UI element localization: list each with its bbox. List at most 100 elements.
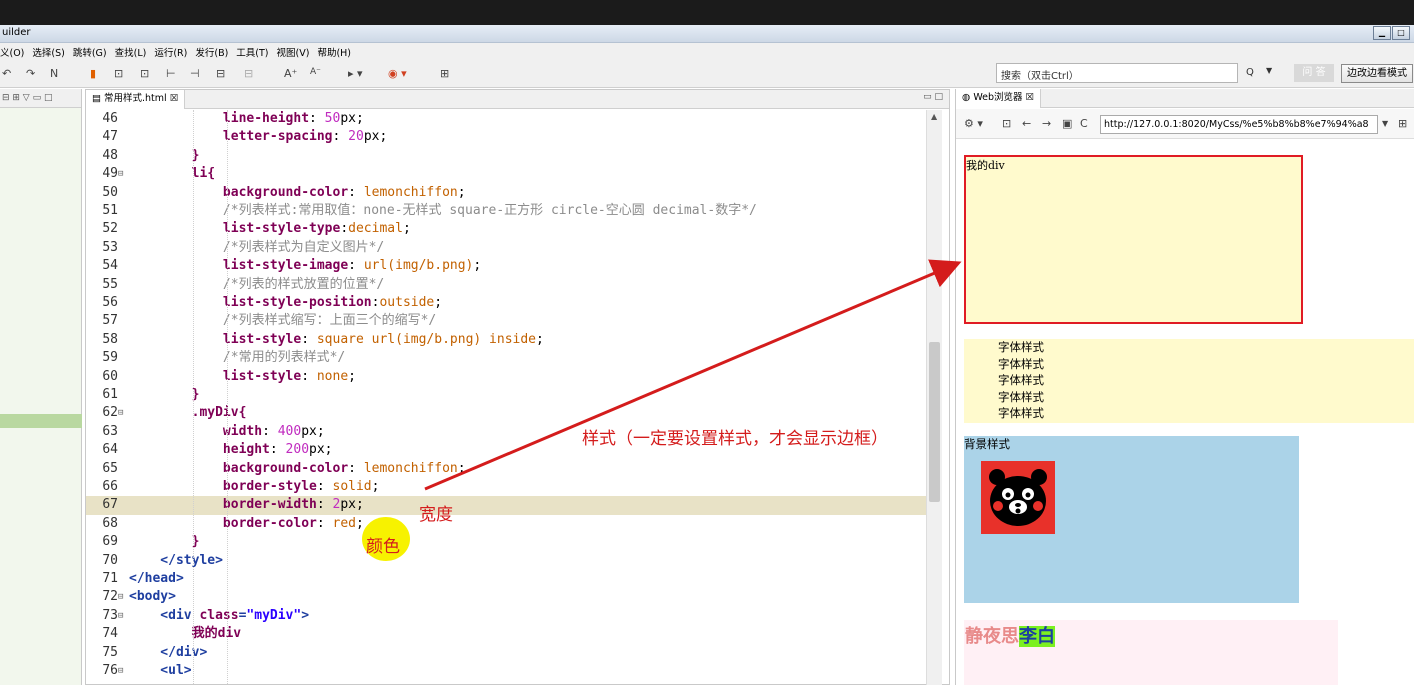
save-icon[interactable]: ⊡ — [140, 67, 149, 80]
scroll-up-icon[interactable]: ▲ — [931, 112, 937, 121]
code-text: <div class="myDiv"> — [129, 607, 310, 623]
menu-item-publish[interactable]: 发行(B) — [195, 45, 228, 59]
devtools-icon[interactable]: ⊡ — [1002, 117, 1011, 130]
minimize-button[interactable]: ▁ — [1373, 26, 1391, 40]
fold-toggle[interactable]: ⊟ — [118, 607, 128, 625]
code-line[interactable]: 46 line-height: 50px; — [86, 110, 926, 128]
fold-toggle[interactable]: ⊟ — [118, 404, 128, 422]
maximize-button[interactable]: □ — [1392, 26, 1410, 40]
url-input[interactable]: http://127.0.0.1:8020/MyCss/%e5%b8%b8%e7… — [1100, 115, 1378, 134]
font-increase-icon[interactable]: A⁺ — [284, 67, 297, 80]
fold-toggle[interactable]: ⊟ — [118, 165, 128, 183]
close-icon[interactable]: ☒ — [167, 93, 179, 104]
forward-arrow-icon[interactable]: → — [1042, 117, 1051, 130]
list-item: 字体样式 — [998, 340, 1044, 354]
code-line[interactable]: 55 /*列表的样式放置的位置*/ — [86, 276, 926, 294]
fold-toggle[interactable]: ⊟ — [118, 588, 128, 606]
code-line[interactable]: 51 /*列表样式:常用取值：none-无样式 square-正方形 circl… — [86, 202, 926, 220]
code-line[interactable]: 70 </style> — [86, 552, 926, 570]
indent-guide — [193, 110, 194, 685]
code-line[interactable]: 65 background-color: lemonchiffon; — [86, 460, 926, 478]
search-input[interactable]: 搜索（双击Ctrl） — [996, 63, 1238, 83]
code-line[interactable]: 76 ⊟ <ul> — [86, 662, 926, 680]
ask-button[interactable]: 问 答 — [1294, 64, 1334, 82]
fold-toggle[interactable]: ⊟ — [118, 662, 128, 680]
qr-code-icon[interactable]: ⊞ — [1398, 117, 1407, 130]
menu-item-define[interactable]: 义(O) — [0, 45, 24, 59]
menu-item-select[interactable]: 选择(S) — [32, 45, 64, 59]
code-line[interactable]: 68 border-color: red; — [86, 515, 926, 533]
font-decrease-icon[interactable]: A⁻ — [310, 67, 321, 77]
format-icon[interactable]: Ν — [50, 67, 58, 80]
list-item: 字体样式 — [998, 356, 1044, 371]
code-line[interactable]: 72 ⊟ <body> — [86, 588, 926, 606]
menu-item-tools[interactable]: 工具(T) — [236, 45, 268, 59]
line-number: 54 — [102, 258, 118, 274]
bookmark-icon[interactable]: ▮ — [90, 67, 96, 80]
code-line[interactable]: 53 /*列表样式为自定义图片*/ — [86, 239, 926, 257]
indent-icon[interactable]: ⊢ — [166, 67, 176, 80]
code-text: border-style: solid; — [222, 479, 380, 494]
editor-scrollbar[interactable]: ▲ — [926, 110, 942, 685]
code-line[interactable]: 67 border-width: 2px; — [86, 496, 926, 515]
code-text: list-style: none; — [222, 368, 356, 384]
code-text: line-height: 50px; — [222, 111, 364, 126]
preview-icon[interactable]: ⊞ — [440, 67, 449, 80]
back-arrow-icon[interactable]: ← — [1022, 117, 1031, 130]
edit-preview-mode-button[interactable]: 边改边看模式 — [1341, 64, 1413, 83]
code-line[interactable]: 59 /*常用的列表样式*/ — [86, 349, 926, 367]
editor-window-controls[interactable]: ▭ □ — [923, 92, 943, 102]
settings-icon[interactable]: ⚙ ▾ — [964, 117, 983, 130]
url-dropdown-icon[interactable]: ▼ — [1382, 119, 1388, 128]
line-number: 60 — [102, 368, 118, 384]
stop-icon[interactable]: ▣ — [1062, 117, 1072, 130]
outdent-icon[interactable]: ⊣ — [190, 67, 200, 80]
code-line[interactable]: 69 } — [86, 533, 926, 551]
code-line[interactable]: 48 } — [86, 147, 926, 165]
code-line[interactable]: 66 border-style: solid; — [86, 478, 926, 496]
code-line[interactable]: 62 ⊟ .myDiv{ — [86, 404, 926, 422]
comment-icon[interactable]: ⊟ — [216, 67, 225, 80]
code-line[interactable]: 60 list-style: none; — [86, 368, 926, 386]
code-line[interactable]: 75 </div> — [86, 644, 926, 662]
code-line[interactable]: 52 list-style-type:decimal; — [86, 220, 926, 238]
code-line[interactable]: 50 background-color: lemonchiffon; — [86, 184, 926, 202]
code-text: border-color: red; — [222, 515, 364, 531]
menu-item-view[interactable]: 视图(V) — [277, 45, 310, 59]
code-line[interactable]: 74 我的div — [86, 625, 926, 643]
code-line[interactable]: 58 list-style: square url(img/b.png) ins… — [86, 331, 926, 349]
scrollbar-thumb[interactable] — [929, 342, 940, 502]
code-text: /*列表样式缩写：上面三个的缩写*/ — [129, 313, 437, 329]
uncomment-icon[interactable]: ⊟ — [244, 67, 253, 80]
new-file-icon[interactable]: ⊡ — [114, 67, 123, 80]
code-line[interactable]: 54 list-style-image: url(img/b.png); — [86, 257, 926, 275]
code-line[interactable]: 56 list-style-position:outside; — [86, 294, 926, 312]
code-line[interactable]: 47 letter-spacing: 20px; — [86, 128, 926, 146]
forward-icon[interactable]: ↷ — [26, 67, 35, 80]
code-line[interactable]: 57 /*列表样式缩写：上面三个的缩写*/ — [86, 312, 926, 330]
code-text: list-style-image: url(img/b.png); — [222, 258, 482, 274]
code-line[interactable]: 49 ⊟ li{ — [86, 165, 926, 183]
menu-item-run[interactable]: 运行(R) — [154, 45, 187, 59]
chevron-down-icon[interactable]: ▼ — [1266, 66, 1272, 75]
code-line[interactable]: 71 </head> — [86, 570, 926, 588]
code-text: /*列表的样式放置的位置*/ — [129, 276, 385, 292]
search-icon[interactable]: Q — [1246, 67, 1254, 78]
close-icon[interactable]: ☒ — [1023, 92, 1035, 103]
tab-common-styles[interactable]: ▤ 常用样式.html ☒ — [86, 90, 186, 109]
menu-item-find[interactable]: 查找(L) — [115, 45, 147, 59]
browser-run-icon[interactable]: ◉ ▾ — [388, 67, 407, 80]
code-line[interactable]: 73 ⊟ <div class="myDiv"> — [86, 607, 926, 625]
menu-item-goto[interactable]: 跳转(G) — [73, 45, 107, 59]
code-text: background-color: lemonchiffon; — [222, 184, 466, 200]
code-area[interactable]: 46 line-height: 50px; 47 letter-spacing: … — [86, 110, 926, 685]
run-icon[interactable]: ▸ ▾ — [348, 67, 363, 80]
selected-tree-item[interactable] — [0, 414, 82, 428]
code-line[interactable]: 61 } — [86, 386, 926, 404]
refresh-icon[interactable]: C — [1080, 117, 1088, 130]
line-number: 69 — [102, 534, 118, 550]
tab-web-browser[interactable]: ◍ Web浏览器 ☒ — [956, 89, 1042, 108]
style-annotation: 样式（一定要设置样式，才会显示边框） — [582, 429, 888, 449]
back-icon[interactable]: ↶ — [2, 67, 11, 80]
menu-item-help[interactable]: 帮助(H) — [317, 45, 351, 59]
